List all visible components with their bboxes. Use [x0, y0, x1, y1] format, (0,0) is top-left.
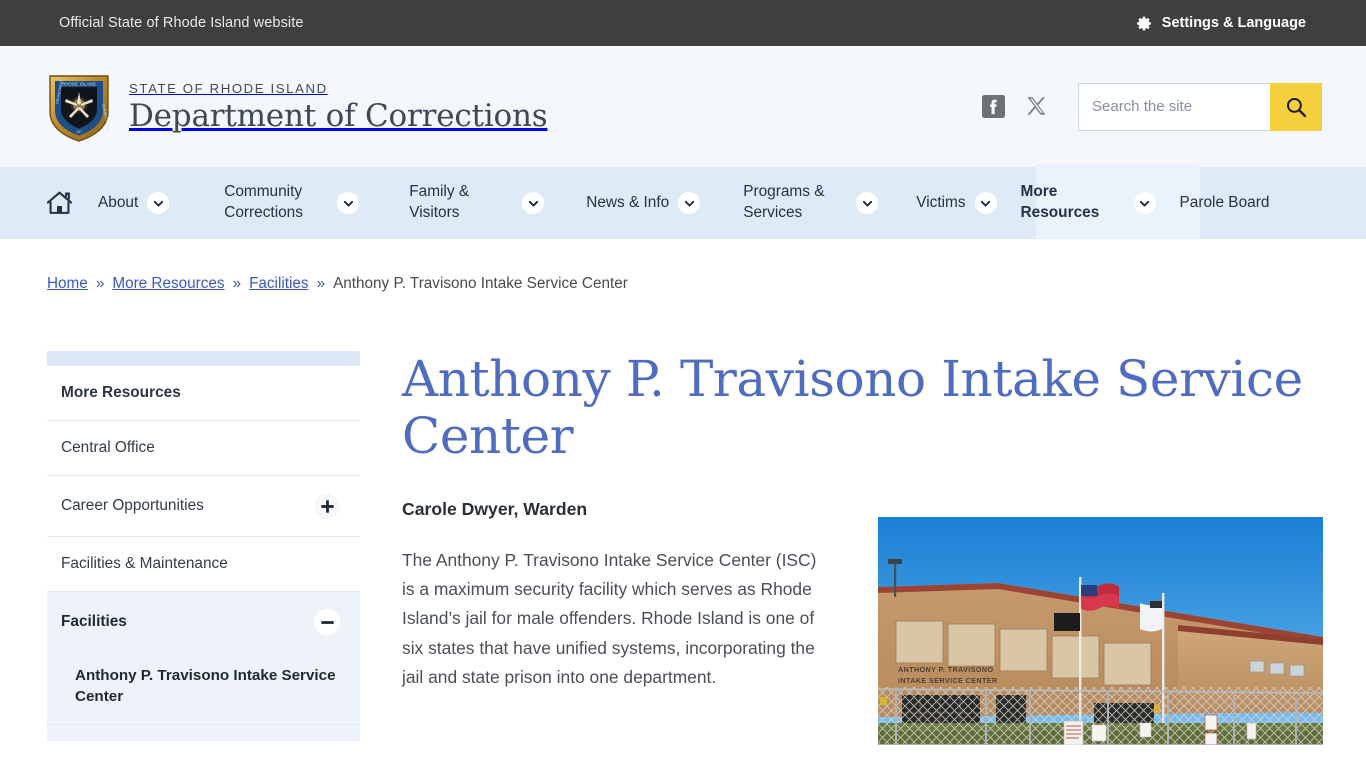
site-masthead: RHODE ISLAND DEPARTMENT CORRECTIONS OF S… [0, 46, 1366, 167]
sidebar-subitem-partial [47, 724, 360, 741]
page-content: More Resources Central Office Career Opp… [0, 351, 1366, 745]
search-icon [1284, 95, 1308, 119]
nav-label: About [98, 193, 139, 211]
site-logo-link[interactable]: RHODE ISLAND DEPARTMENT CORRECTIONS OF S… [46, 72, 548, 142]
nav-label: Parole Board [1179, 193, 1270, 211]
brand-eyebrow: STATE OF RHODE ISLAND [129, 81, 328, 96]
svg-text:ANTHONY P. TRAVISONO: ANTHONY P. TRAVISONO [898, 665, 993, 674]
nav-item-programs-services[interactable]: Programs & Services [743, 182, 879, 224]
nav-list: About Community Corrections Family & Vis… [46, 182, 1320, 224]
breadcrumb-item-current: Anthony P. Travisono Intake Service Cent… [333, 275, 628, 292]
chevron-down-icon [678, 192, 701, 214]
sidebar-item-label: Career Opportunities [61, 497, 204, 515]
nav-item-family-visitors[interactable]: Family & Visitors [409, 182, 545, 224]
sidebar-subitem-travisono-isc[interactable]: Anthony P. Travisono Intake Service Cent… [47, 652, 360, 725]
sidebar-item-facilities[interactable]: Facilities [47, 592, 360, 653]
sidebar-item-label: Facilities & Maintenance [61, 555, 228, 573]
sidebar-item-label: More Resources [61, 384, 181, 401]
social-links [982, 95, 1048, 118]
nav-item-community-corrections[interactable]: Community Corrections [224, 182, 360, 224]
chevron-down-icon [147, 192, 170, 214]
breadcrumb: Home » More Resources » Facilities » Ant… [0, 239, 1366, 293]
chevron-down-icon [337, 192, 360, 214]
settings-language-button[interactable]: Settings & Language [1136, 15, 1306, 32]
nav-item-about[interactable]: About [98, 192, 170, 214]
settings-language-label: Settings & Language [1161, 15, 1306, 31]
nav-label: More Resources [1020, 183, 1100, 221]
home-icon [46, 190, 73, 216]
svg-text:OF: OF [76, 130, 81, 134]
intro-paragraph: The Anthony P. Travisono Intake Service … [402, 550, 817, 687]
sidebar-menu: More Resources Central Office Career Opp… [47, 366, 360, 741]
chevron-down-icon [974, 192, 997, 214]
plus-icon[interactable] [314, 493, 340, 520]
nav-item-more-resources[interactable]: More Resources [1021, 182, 1156, 224]
site-search [1078, 82, 1322, 131]
page-title: Anthony P. Travisono Intake Service Cent… [402, 350, 1303, 465]
sidebar-item-more-resources[interactable]: More Resources [47, 366, 360, 422]
nav-label: Programs & Services [743, 183, 825, 221]
sidebar-item-label: Central Office [61, 439, 155, 457]
nav-label: Community Corrections [224, 183, 303, 221]
x-twitter-icon[interactable] [1025, 95, 1048, 118]
sidebar-top-accent [47, 351, 360, 366]
nav-item-victims[interactable]: Victims [916, 192, 997, 214]
nav-item-parole-board[interactable]: Parole Board [1180, 193, 1270, 214]
nav-label: Family & Visitors [409, 183, 470, 221]
sidebar-item-career-opportunities[interactable]: Career Opportunities [47, 476, 360, 538]
official-site-text: Official State of Rhode Island website [59, 15, 304, 31]
nav-label: News & Info [586, 193, 670, 211]
breadcrumb-separator: » [316, 275, 326, 292]
ri-doc-seal-icon: RHODE ISLAND DEPARTMENT CORRECTIONS OF [46, 72, 112, 142]
breadcrumb-item-home[interactable]: Home [47, 275, 88, 293]
gear-icon [1136, 15, 1153, 32]
breadcrumb-item-facilities[interactable]: Facilities [249, 275, 309, 293]
nav-label: Victims [916, 193, 966, 211]
svg-text:INTAKE SERVICE CENTER: INTAKE SERVICE CENTER [898, 676, 998, 685]
sidebar-item-facilities-maintenance[interactable]: Facilities & Maintenance [47, 537, 360, 593]
chevron-down-icon [856, 192, 879, 214]
minus-icon[interactable] [314, 609, 340, 636]
sidebar-item-central-office[interactable]: Central Office [47, 421, 360, 477]
chevron-down-icon [522, 192, 545, 214]
facebook-icon[interactable] [982, 95, 1005, 118]
breadcrumb-separator: » [232, 275, 242, 292]
body-text: Carole Dwyer, Warden The Anthony P. Trav… [402, 499, 826, 692]
breadcrumb-separator: » [95, 275, 105, 292]
nav-item-news-info[interactable]: News & Info [586, 192, 701, 214]
chevron-down-icon [1133, 192, 1156, 214]
masthead-right [982, 82, 1322, 131]
search-input[interactable] [1078, 82, 1270, 131]
main-column: Anthony P. Travisono Intake Service Cent… [402, 350, 1323, 745]
warden-name: Carole Dwyer, Warden [402, 499, 588, 519]
nav-home-link[interactable] [46, 190, 73, 216]
sidebar-subitem-label: Anthony P. Travisono Intake Service Cent… [75, 667, 336, 706]
body-columns: Carole Dwyer, Warden The Anthony P. Trav… [402, 499, 1323, 745]
search-submit-button[interactable] [1270, 82, 1322, 131]
breadcrumb-item-more-resources[interactable]: More Resources [112, 275, 224, 293]
brand-title: Department of Corrections [129, 98, 548, 134]
facility-photo: ANTHONY P. TRAVISONO INTAKE SERVICE CENT… [878, 517, 1323, 745]
sidebar-item-label: Facilities [61, 613, 127, 631]
utility-bar: Official State of Rhode Island website S… [0, 0, 1366, 46]
main-navigation: About Community Corrections Family & Vis… [0, 164, 1366, 239]
svg-text:RHODE ISLAND: RHODE ISLAND [62, 81, 96, 86]
section-sidebar: More Resources Central Office Career Opp… [47, 351, 360, 745]
